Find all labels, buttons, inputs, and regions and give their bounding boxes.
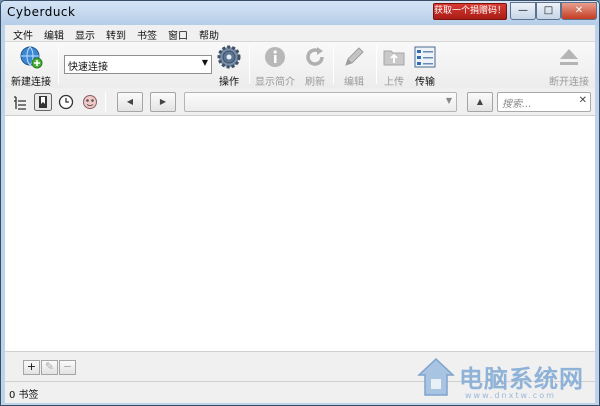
- history-clock-icon[interactable]: [57, 93, 75, 111]
- new-connection-label: 新建连接: [11, 77, 51, 88]
- transfers-button[interactable]: 传输: [409, 42, 441, 88]
- window-title: Cyberduck: [7, 5, 76, 19]
- navbar-separator: [105, 92, 106, 112]
- delete-bookmark-button[interactable]: −: [59, 360, 76, 375]
- transfers-icon: [414, 46, 436, 68]
- disconnect-label: 断开连接: [549, 77, 589, 88]
- gear-icon: [217, 45, 241, 69]
- quick-connect-value: 快速连接: [68, 62, 108, 73]
- parent-directory-button[interactable]: ▲: [467, 92, 493, 112]
- minimize-button[interactable]: —: [510, 2, 536, 20]
- toolbar: 新建连接 快速连接 ▼ 操作 显示简介 刷新 编辑 上传 传输 断开连接: [5, 42, 595, 88]
- edit-button[interactable]: 编辑: [335, 42, 373, 88]
- quick-connect-select[interactable]: 快速连接 ▼: [64, 55, 212, 74]
- search-input[interactable]: 搜索... ✕: [497, 92, 591, 112]
- disconnect-button[interactable]: 断开连接: [545, 42, 593, 88]
- action-button[interactable]: 操作: [211, 42, 247, 88]
- upload-label: 上传: [384, 77, 404, 88]
- globe-icon: [20, 46, 43, 69]
- navigation-bar: ◀ ▶ ▼ ▲ 搜索... ✕: [5, 88, 595, 116]
- bookmarks-view-icon[interactable]: [34, 93, 52, 111]
- menu-bar: 文件 编辑 显示 转到 书签 窗口 帮助: [5, 25, 595, 42]
- transfers-label: 传输: [415, 77, 435, 88]
- clear-search-icon[interactable]: ✕: [579, 95, 587, 106]
- title-bar[interactable]: Cyberduck 获取一个捐赠码！ — □ ✕: [1, 1, 599, 25]
- maximize-button[interactable]: □: [536, 2, 561, 20]
- pencil-icon: [345, 47, 364, 66]
- close-button[interactable]: ✕: [561, 2, 597, 20]
- refresh-button[interactable]: 刷新: [299, 42, 331, 88]
- bookmark-count: 0 书签: [9, 390, 39, 401]
- menu-help[interactable]: 帮助: [199, 27, 219, 42]
- info-icon: [265, 47, 285, 67]
- watermark-url: www.dnxtw.com: [465, 391, 556, 400]
- toolbar-separator: [58, 46, 59, 84]
- toolbar-separator: [249, 46, 250, 84]
- chevron-down-icon: ▼: [445, 96, 452, 105]
- back-button[interactable]: ◀: [117, 92, 143, 112]
- search-placeholder: 搜索...: [502, 99, 532, 110]
- watermark-text: 电脑系统网: [459, 364, 584, 393]
- menu-window[interactable]: 窗口: [168, 27, 188, 42]
- chevron-down-icon: ▼: [201, 58, 208, 67]
- action-label: 操作: [219, 77, 239, 88]
- house-logo-icon: [417, 357, 455, 396]
- menu-bookmarks[interactable]: 书签: [137, 27, 157, 42]
- menu-go[interactable]: 转到: [106, 27, 126, 42]
- eject-icon: [560, 49, 578, 65]
- refresh-label: 刷新: [305, 77, 325, 88]
- menu-file[interactable]: 文件: [13, 27, 33, 42]
- new-connection-button[interactable]: 新建连接: [7, 42, 55, 88]
- path-select[interactable]: ▼: [184, 92, 457, 112]
- get-info-label: 显示简介: [255, 77, 295, 88]
- add-bookmark-button[interactable]: +: [23, 360, 40, 375]
- site-watermark: 电脑系统网 www.dnxtw.com: [413, 353, 599, 403]
- menu-edit[interactable]: 编辑: [44, 27, 64, 42]
- folder-icon: [383, 50, 405, 66]
- donation-key-button[interactable]: 获取一个捐赠码！: [433, 3, 507, 20]
- edit-bookmark-button[interactable]: ✎: [41, 360, 58, 375]
- refresh-icon: [306, 47, 324, 66]
- toolbar-separator: [333, 46, 334, 84]
- app-window: Cyberduck 获取一个捐赠码！ — □ ✕ 文件 编辑 显示 转到 书签 …: [0, 0, 600, 406]
- edit-label: 编辑: [344, 77, 364, 88]
- get-info-button[interactable]: 显示简介: [253, 42, 297, 88]
- upload-button[interactable]: 上传: [379, 42, 409, 88]
- browser-view-icon[interactable]: [11, 93, 29, 111]
- toolbar-separator: [376, 46, 377, 84]
- bonjour-icon[interactable]: [81, 93, 99, 111]
- forward-button[interactable]: ▶: [150, 92, 176, 112]
- bookmark-list[interactable]: [5, 116, 595, 351]
- menu-view[interactable]: 显示: [75, 27, 95, 42]
